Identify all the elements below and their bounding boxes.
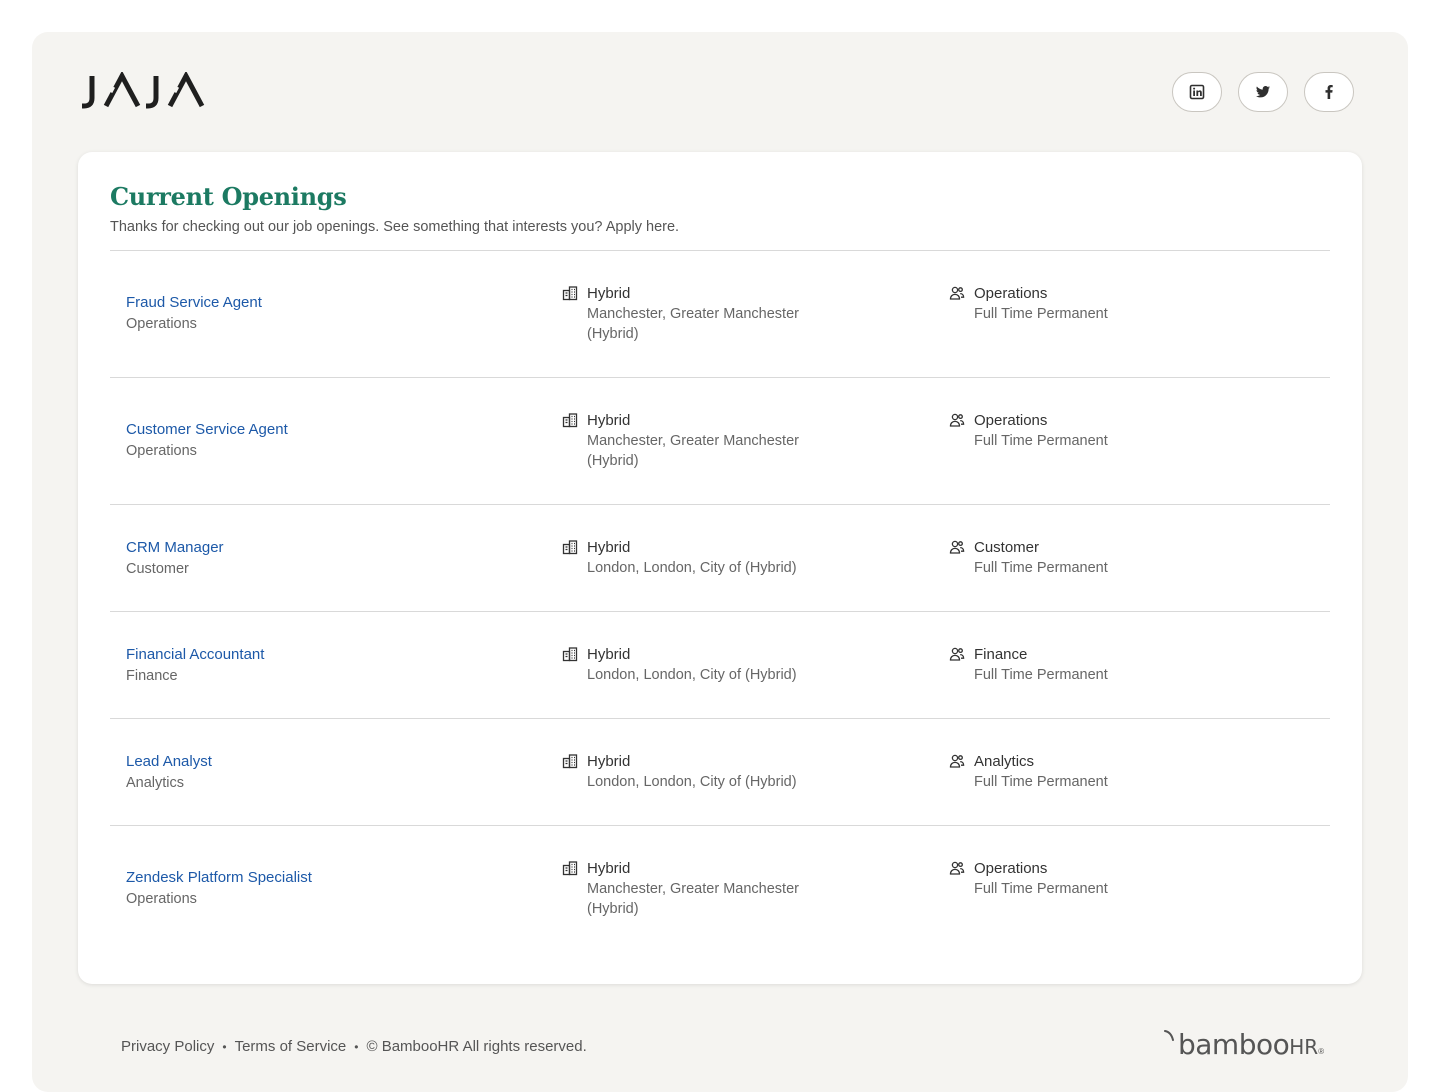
building-icon [562, 646, 580, 664]
job-location-cell: Hybrid Manchester, Greater Manchester (H… [562, 284, 817, 344]
job-department: Operations [126, 891, 197, 907]
footer: Privacy Policy • Terms of Service • © Ba… [121, 1038, 587, 1055]
building-icon [562, 539, 580, 557]
job-location-type: Hybrid [587, 412, 631, 429]
header [32, 32, 1408, 152]
job-title-link[interactable]: Fraud Service Agent [126, 293, 262, 313]
page-title: Current Openings [110, 182, 347, 211]
job-title-cell: Lead Analyst Analytics [126, 752, 212, 793]
job-employment-type: Full Time Permanent [974, 667, 1108, 683]
social-links [1172, 72, 1354, 112]
job-row: CRM Manager Customer Hybrid London, Lond… [110, 504, 1330, 611]
job-team-cell: Customer Full Time Permanent [949, 538, 1204, 578]
people-icon [949, 539, 967, 557]
job-row: Financial Accountant Finance Hybrid Lond… [110, 611, 1330, 718]
job-location-cell: Hybrid Manchester, Greater Manchester (H… [562, 859, 817, 919]
bamboohr-logo-bamboo: bamboo [1178, 1028, 1290, 1061]
building-icon [562, 860, 580, 878]
page-subtitle: Thanks for checking out our job openings… [110, 219, 680, 235]
footer-separator: • [354, 1039, 359, 1054]
job-title-cell: Zendesk Platform Specialist Operations [126, 868, 312, 909]
openings-header: Current Openings Thanks for checking out… [110, 182, 1330, 235]
people-icon [949, 285, 967, 303]
job-location: London, London, City of (Hybrid) [587, 774, 797, 790]
openings-card: Current Openings Thanks for checking out… [78, 152, 1362, 984]
job-team: Analytics [974, 753, 1035, 770]
copyright-text: © BambooHR All rights reserved. [366, 1038, 587, 1055]
job-team: Operations [974, 412, 1048, 429]
job-list: Fraud Service Agent Operations Hybrid Ma… [110, 250, 1330, 952]
job-row: Customer Service Agent Operations Hybrid… [110, 377, 1330, 504]
job-title-link[interactable]: Customer Service Agent [126, 420, 288, 440]
twitter-icon [1256, 86, 1270, 98]
building-icon [562, 285, 580, 303]
people-icon [949, 646, 967, 664]
job-location: Manchester, Greater Manchester (Hybrid) [587, 306, 799, 342]
facebook-button[interactable] [1304, 72, 1354, 112]
job-employment-type: Full Time Permanent [974, 560, 1108, 576]
job-location-cell: Hybrid London, London, City of (Hybrid) [562, 645, 817, 685]
job-title-cell: Fraud Service Agent Operations [126, 293, 262, 334]
job-location: Manchester, Greater Manchester (Hybrid) [587, 881, 799, 917]
terms-of-service-link[interactable]: Terms of Service [235, 1038, 347, 1055]
job-employment-type: Full Time Permanent [974, 433, 1108, 449]
job-title-link[interactable]: Lead Analyst [126, 752, 212, 772]
logo-mark [82, 72, 205, 109]
job-row: Fraud Service Agent Operations Hybrid Ma… [110, 250, 1330, 377]
linkedin-icon [1189, 84, 1205, 100]
job-employment-type: Full Time Permanent [974, 881, 1108, 897]
people-icon [949, 412, 967, 430]
bamboohr-logo-hr: HR [1289, 1035, 1319, 1059]
job-title-cell: Customer Service Agent Operations [126, 420, 288, 461]
job-row: Zendesk Platform Specialist Operations H… [110, 825, 1330, 952]
page-container: Current Openings Thanks for checking out… [32, 32, 1408, 1092]
job-title-link[interactable]: Zendesk Platform Specialist [126, 868, 312, 888]
job-location: Manchester, Greater Manchester (Hybrid) [587, 433, 799, 469]
job-title-link[interactable]: Financial Accountant [126, 645, 264, 665]
job-team-cell: Operations Full Time Permanent [949, 859, 1204, 899]
job-team-cell: Finance Full Time Permanent [949, 645, 1204, 685]
job-title-cell: CRM Manager Customer [126, 538, 224, 579]
job-department: Finance [126, 668, 178, 684]
bamboohr-logo-trademark: ® [1318, 1047, 1325, 1056]
job-location-cell: Hybrid Manchester, Greater Manchester (H… [562, 411, 817, 471]
job-employment-type: Full Time Permanent [974, 774, 1108, 790]
privacy-policy-link[interactable]: Privacy Policy [121, 1038, 214, 1055]
job-location-cell: Hybrid London, London, City of (Hybrid) [562, 752, 817, 792]
job-title-cell: Financial Accountant Finance [126, 645, 264, 686]
job-team: Operations [974, 860, 1048, 877]
job-department: Analytics [126, 775, 185, 791]
job-team-cell: Operations Full Time Permanent [949, 411, 1204, 451]
company-logo[interactable] [80, 70, 212, 114]
bamboohr-logo[interactable]: bamboo HR ® [1164, 1028, 1324, 1061]
job-department: Customer [126, 561, 189, 577]
job-location-type: Hybrid [587, 646, 631, 663]
job-team: Customer [974, 539, 1040, 556]
job-team: Finance [974, 646, 1028, 663]
job-title-link[interactable]: CRM Manager [126, 538, 224, 558]
job-team-cell: Analytics Full Time Permanent [949, 752, 1204, 792]
twitter-button[interactable] [1238, 72, 1288, 112]
job-location: London, London, City of (Hybrid) [587, 560, 797, 576]
job-team-cell: Operations Full Time Permanent [949, 284, 1204, 324]
job-location-type: Hybrid [587, 860, 631, 877]
job-department: Operations [126, 316, 197, 332]
job-location-type: Hybrid [587, 753, 631, 770]
job-row: Lead Analyst Analytics Hybrid London, Lo… [110, 718, 1330, 825]
footer-separator: • [222, 1039, 227, 1054]
building-icon [562, 412, 580, 430]
job-location-cell: Hybrid London, London, City of (Hybrid) [562, 538, 817, 578]
linkedin-button[interactable] [1172, 72, 1222, 112]
facebook-icon [1325, 85, 1333, 99]
people-icon [949, 753, 967, 771]
people-icon [949, 860, 967, 878]
job-location: London, London, City of (Hybrid) [587, 667, 797, 683]
job-employment-type: Full Time Permanent [974, 306, 1108, 322]
job-location-type: Hybrid [587, 539, 631, 556]
leaf-icon [1164, 1030, 1174, 1041]
building-icon [562, 753, 580, 771]
job-location-type: Hybrid [587, 285, 631, 302]
job-team: Operations [974, 285, 1048, 302]
job-department: Operations [126, 443, 197, 459]
